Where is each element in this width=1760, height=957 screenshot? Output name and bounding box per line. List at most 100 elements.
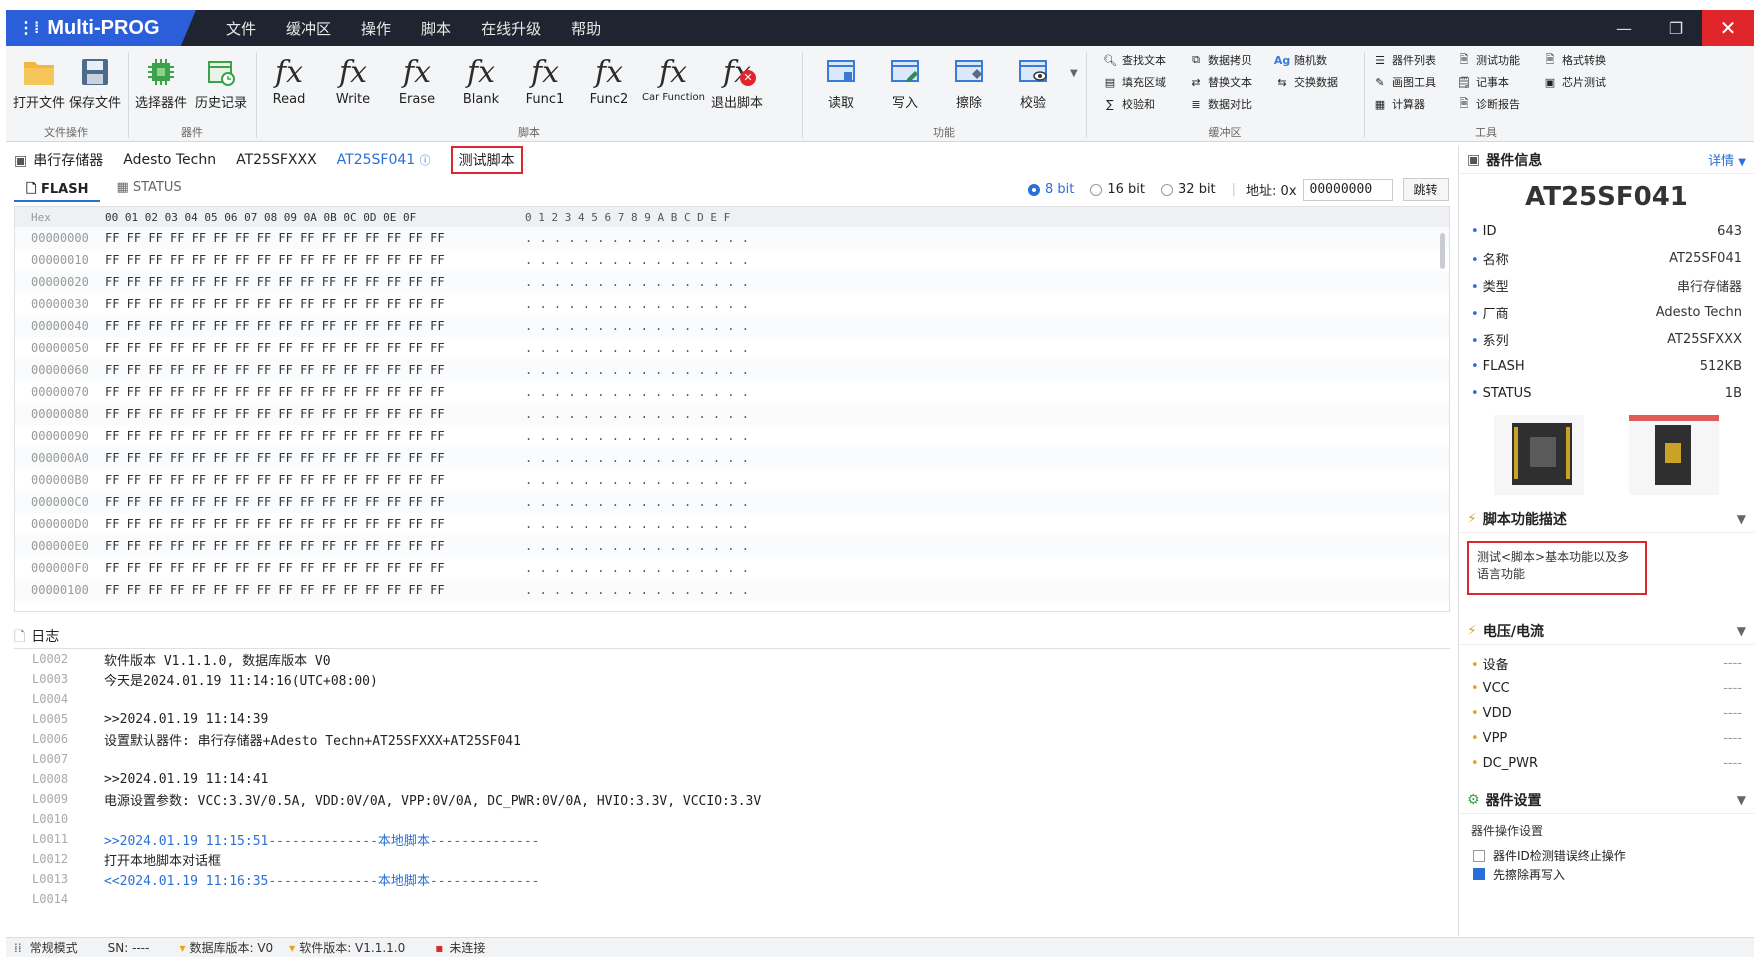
minimize-button[interactable]: — [1598, 10, 1650, 46]
tab-flash[interactable]: 🗋︎ FLASH [14, 176, 101, 202]
read-button[interactable]: 读取 [810, 52, 872, 124]
history-button[interactable]: 历史记录 [190, 52, 252, 124]
find-text-button[interactable]: 🔍︎ 查找文本 [1102, 52, 1166, 68]
adapter-board-image[interactable] [1629, 415, 1720, 495]
device-list-button[interactable]: ☰ 器件列表 [1372, 52, 1436, 68]
hex-bytes[interactable]: FF FF FF FF FF FF FF FF FF FF FF FF FF F… [105, 231, 525, 245]
hex-bytes[interactable]: FF FF FF FF FF FF FF FF FF FF FF FF FF F… [105, 385, 525, 399]
breadcrumb-item[interactable]: ▣ 串行存储器 [14, 150, 103, 170]
data-compare-button[interactable]: ≣ 数据对比 [1188, 96, 1252, 112]
checksum-button[interactable]: ∑ 校验和 [1102, 96, 1155, 112]
hex-row[interactable]: 00000010 FF FF FF FF FF FF FF FF FF FF FF… [15, 249, 1449, 271]
hex-bytes[interactable]: FF FF FF FF FF FF FF FF FF FF FF FF FF F… [105, 539, 525, 553]
hex-row[interactable]: 000000A0 FF FF FF FF FF FF FF FF FF FF FF… [15, 447, 1449, 469]
hex-row[interactable]: 000000F0 FF FF FF FF FF FF FF FF FF FF FF… [15, 557, 1449, 579]
save-file-button[interactable]: 保存文件 [64, 52, 126, 124]
script-func1-button[interactable]: fx Func1 [514, 52, 576, 124]
breadcrumb-script-name[interactable]: 测试脚本 [450, 146, 523, 174]
chip-test-button[interactable]: ▣ 芯片测试 [1542, 74, 1606, 90]
format-convert-button[interactable]: 🗎︎ 格式转换 [1542, 52, 1606, 68]
hex-bytes[interactable]: FF FF FF FF FF FF FF FF FF FF FF FF FF F… [105, 363, 525, 377]
checkbox[interactable] [1473, 849, 1485, 862]
dropdown-arrow-icon[interactable]: ▼ [1070, 68, 1078, 79]
notepad-button[interactable]: 🗒︎ 记事本 [1456, 74, 1509, 90]
hex-row[interactable]: 00000040 FF FF FF FF FF FF FF FF FF FF FF… [15, 315, 1449, 337]
hex-row[interactable]: 00000080 FF FF FF FF FF FF FF FF FF FF FF… [15, 403, 1449, 425]
radio-32bit[interactable]: 32 bit [1161, 182, 1216, 197]
verify-button[interactable]: 校验 [1002, 52, 1064, 124]
hex-bytes[interactable]: FF FF FF FF FF FF FF FF FF FF FF FF FF F… [105, 583, 525, 597]
hex-row[interactable]: 000000D0 FF FF FF FF FF FF FF FF FF FF FF… [15, 513, 1449, 535]
script-blank-button[interactable]: fx Blank [450, 52, 512, 124]
hex-bytes[interactable]: FF FF FF FF FF FF FF FF FF FF FF FF FF F… [105, 429, 525, 443]
hex-row[interactable]: 00000030 FF FF FF FF FF FF FF FF FF FF FF… [15, 293, 1449, 315]
script-erase-button[interactable]: fx Erase [386, 52, 448, 124]
hex-bytes[interactable]: FF FF FF FF FF FF FF FF FF FF FF FF FF F… [105, 517, 525, 531]
menu-buffer[interactable]: 缓冲区 [286, 18, 331, 39]
diagnostic-report-button[interactable]: 🗎︎ 诊断报告 [1456, 96, 1520, 112]
hex-bytes[interactable]: FF FF FF FF FF FF FF FF FF FF FF FF FF F… [105, 275, 525, 289]
breadcrumb-item-current[interactable]: AT25SF041 ⓘ [337, 152, 431, 168]
open-file-button[interactable]: 打开文件 [8, 52, 70, 124]
radio-8bit[interactable]: 8 bit [1028, 182, 1074, 197]
hex-bytes[interactable]: FF FF FF FF FF FF FF FF FF FF FF FF FF F… [105, 319, 525, 333]
hex-bytes[interactable]: FF FF FF FF FF FF FF FF FF FF FF FF FF F… [105, 297, 525, 311]
details-link[interactable]: 详情 ▼ [1708, 150, 1746, 169]
hex-row[interactable]: 000000B0 FF FF FF FF FF FF FF FF FF FF FF… [15, 469, 1449, 491]
hex-row[interactable]: 00000090 FF FF FF FF FF FF FF FF FF FF FF… [15, 425, 1449, 447]
restore-button[interactable]: ❐ [1650, 10, 1702, 46]
hex-bytes[interactable]: FF FF FF FF FF FF FF FF FF FF FF FF FF F… [105, 451, 525, 465]
write-button[interactable]: 写入 [874, 52, 936, 124]
test-function-button[interactable]: 🗎︎ 测试功能 [1456, 52, 1520, 68]
script-write-button[interactable]: fx Write [322, 52, 384, 124]
erase-button[interactable]: 擦除 [938, 52, 1000, 124]
breadcrumb-item[interactable]: AT25SFXXX [236, 152, 317, 168]
jump-button[interactable]: 跳转 [1402, 178, 1449, 201]
hex-row[interactable]: 00000070 FF FF FF FF FF FF FF FF FF FF FF… [15, 381, 1449, 403]
hex-editor[interactable]: Hex 00 01 02 03 04 05 06 07 08 09 0A 0B … [14, 206, 1450, 612]
menu-script[interactable]: 脚本 [421, 18, 451, 39]
script-func2-button[interactable]: fx Func2 [578, 52, 640, 124]
checkbox-checked[interactable] [1473, 868, 1485, 880]
hex-bytes[interactable]: FF FF FF FF FF FF FF FF FF FF FF FF FF F… [105, 561, 525, 575]
chevron-down-icon[interactable]: ▼ [1737, 624, 1746, 638]
script-car-function-button[interactable]: fx Car Function [642, 52, 705, 124]
option-id-check[interactable]: 器件ID检测错误终止操作 [1459, 843, 1754, 868]
hex-row[interactable]: 00000050 FF FF FF FF FF FF FF FF FF FF FF… [15, 337, 1449, 359]
hex-row[interactable]: 000000C0 FF FF FF FF FF FF FF FF FF FF FF… [15, 491, 1449, 513]
drawing-tool-button[interactable]: ✎ 画图工具 [1372, 74, 1436, 90]
close-button[interactable]: ✕ [1702, 10, 1754, 46]
swap-data-button[interactable]: ⇆ 交换数据 [1274, 74, 1338, 90]
breadcrumb-item[interactable]: Adesto Techn [123, 152, 216, 168]
hex-bytes[interactable]: FF FF FF FF FF FF FF FF FF FF FF FF FF F… [105, 253, 525, 267]
hex-bytes[interactable]: FF FF FF FF FF FF FF FF FF FF FF FF FF F… [105, 473, 525, 487]
programmer-board-image[interactable] [1493, 415, 1584, 495]
hex-bytes[interactable]: FF FF FF FF FF FF FF FF FF FF FF FF FF F… [105, 341, 525, 355]
menu-file[interactable]: 文件 [226, 18, 256, 39]
tab-status[interactable]: ▦ STATUS [104, 176, 193, 202]
menu-operation[interactable]: 操作 [361, 18, 391, 39]
chevron-down-icon[interactable]: ▼ [1737, 512, 1746, 526]
hex-row[interactable]: 00000100 FF FF FF FF FF FF FF FF FF FF FF… [15, 579, 1449, 601]
data-copy-button[interactable]: ⧉ 数据拷贝 [1188, 52, 1252, 68]
hex-row[interactable]: 00000060 FF FF FF FF FF FF FF FF FF FF FF… [15, 359, 1449, 381]
hex-bytes[interactable]: FF FF FF FF FF FF FF FF FF FF FF FF FF F… [105, 407, 525, 421]
fill-region-button[interactable]: ▤ 填充区域 [1102, 74, 1166, 90]
hex-row[interactable]: 00000020 FF FF FF FF FF FF FF FF FF FF FF… [15, 271, 1449, 293]
option-erase-before-write[interactable]: 先擦除再写入 [1459, 868, 1754, 880]
hex-bytes[interactable]: FF FF FF FF FF FF FF FF FF FF FF FF FF F… [105, 495, 525, 509]
scrollbar[interactable] [1440, 233, 1445, 269]
script-read-button[interactable]: fx Read [258, 52, 320, 124]
address-input[interactable]: 00000000 [1302, 178, 1393, 201]
random-number-button[interactable]: Ag 随机数 [1274, 52, 1327, 68]
select-device-button[interactable]: 选择器件 [130, 52, 192, 124]
menu-help[interactable]: 帮助 [571, 18, 601, 39]
calculator-button[interactable]: ▦ 计算器 [1372, 96, 1425, 112]
exit-script-button[interactable]: fx ✕ 退出脚本 [706, 52, 768, 124]
replace-text-button[interactable]: ⇄ 替换文本 [1188, 74, 1252, 90]
radio-16bit[interactable]: 16 bit [1090, 182, 1145, 197]
hex-row[interactable]: 00000000 FF FF FF FF FF FF FF FF FF FF FF… [15, 227, 1449, 249]
hex-row[interactable]: 000000E0 FF FF FF FF FF FF FF FF FF FF FF… [15, 535, 1449, 557]
chevron-down-icon[interactable]: ▼ [1737, 793, 1746, 807]
menu-online-upgrade[interactable]: 在线升级 [481, 18, 541, 39]
